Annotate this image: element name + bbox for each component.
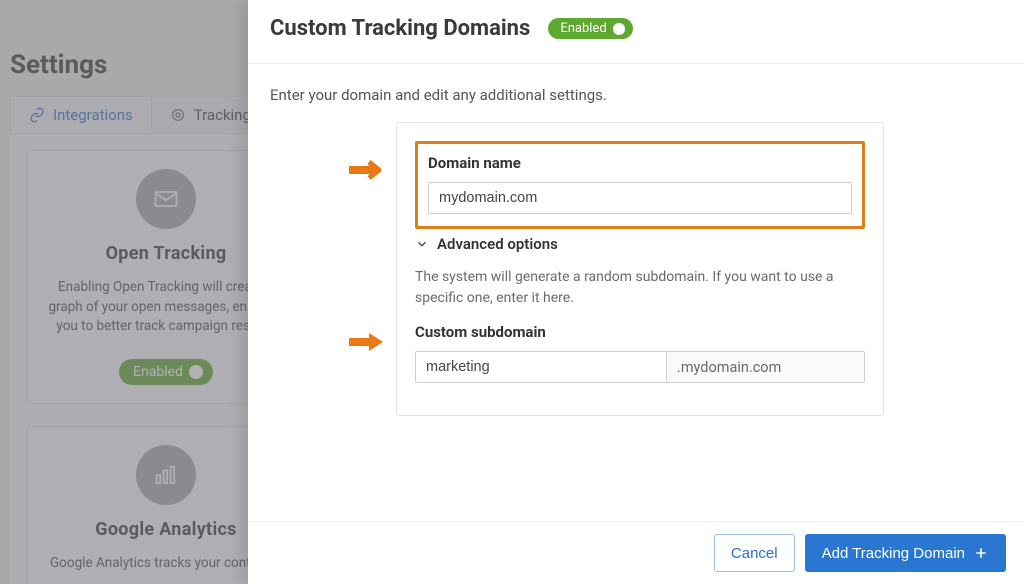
modal-intro-text: Enter your domain and edit any additiona… [270,86,1002,104]
status-toggle-enabled[interactable]: Enabled [548,18,632,39]
advanced-options-toggle[interactable]: Advanced options [415,235,865,253]
subdomain-suffix: .mydomain.com [667,351,865,383]
callout-arrow-icon [349,331,389,353]
add-tracking-domain-button[interactable]: Add Tracking Domain [805,534,1006,572]
status-label: Enabled [560,22,606,35]
toggle-knob [613,23,625,35]
modal-title: Custom Tracking Domains [270,16,530,41]
advanced-options-label: Advanced options [437,235,558,253]
modal-body: Enter your domain and edit any additiona… [248,64,1024,521]
form-card: Domain name Advanced options The system … [396,122,884,416]
domain-name-input[interactable] [428,182,852,214]
custom-subdomain-block: Custom subdomain .mydomain.com [415,323,865,383]
modal-header: Custom Tracking Domains Enabled [248,0,1024,64]
plus-icon [973,545,989,561]
custom-subdomain-label: Custom subdomain [415,323,865,341]
button-label: Add Tracking Domain [822,545,965,562]
modal-custom-tracking-domains: Custom Tracking Domains Enabled Enter yo… [248,0,1024,584]
cancel-button[interactable]: Cancel [714,534,795,572]
modal-footer: Cancel Add Tracking Domain [248,521,1024,584]
callout-arrow-icon [349,159,389,181]
highlight-domain-name: Domain name [415,141,865,229]
button-label: Cancel [731,545,778,562]
custom-subdomain-input[interactable] [415,351,667,383]
subdomain-row: .mydomain.com [415,351,865,383]
chevron-down-icon [415,237,429,251]
domain-name-label: Domain name [428,154,852,172]
subdomain-hint: The system will generate a random subdom… [415,267,865,309]
